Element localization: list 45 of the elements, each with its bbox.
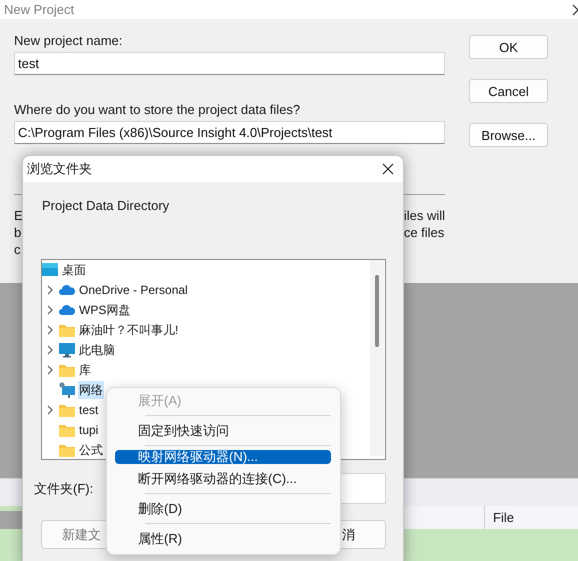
scrollbar-thumb[interactable] xyxy=(375,275,379,347)
name-field[interactable]: test xyxy=(14,52,445,75)
list-row xyxy=(0,506,22,511)
field-label: 文件夹(F): xyxy=(34,480,94,498)
tree-item[interactable]: 公式 xyxy=(78,441,104,459)
desktop-icon xyxy=(42,262,58,278)
description-text: c xyxy=(14,241,22,258)
network-icon xyxy=(59,382,75,398)
folder-icon xyxy=(59,442,75,458)
menu-item[interactable]: 断开网络驱动器的连接(C)... xyxy=(115,468,331,489)
window-title: New Project xyxy=(3,2,74,17)
column-header[interactable]: File xyxy=(484,506,578,529)
tree-item[interactable]: 桌面 xyxy=(61,261,87,279)
menu-item[interactable]: 映射网络驱动器(N)... xyxy=(115,450,331,464)
folder-icon xyxy=(59,422,75,438)
folder-icon xyxy=(59,402,75,418)
prompt-text: Project Data Directory xyxy=(41,197,170,214)
tree-item[interactable]: 此电脑 xyxy=(78,341,116,359)
cloud-icon xyxy=(59,282,75,298)
folder-icon xyxy=(59,362,75,378)
chevron-icon xyxy=(47,405,53,415)
field-label: New project name: xyxy=(14,33,124,49)
dialog-button[interactable]: Cancel xyxy=(469,79,548,103)
description-text: E xyxy=(14,207,24,224)
tree-item[interactable]: WPS网盘 xyxy=(78,301,132,319)
cloud-icon xyxy=(59,302,75,318)
description-text: b xyxy=(14,224,22,241)
dialog-button[interactable]: OK xyxy=(469,35,548,59)
tree-item[interactable]: 麻油叶？不叫事儿! xyxy=(78,321,180,339)
tree-item[interactable]: tupi xyxy=(78,421,100,439)
field-label: Where do you want to store the project data files? xyxy=(14,102,302,118)
dialog-button[interactable]: Browse... xyxy=(469,123,548,147)
menu-item[interactable]: 删除(D) xyxy=(115,498,331,519)
location-field[interactable]: C:\Program Files (x86)\Source Insight 4.0\Projects\test xyxy=(14,121,445,144)
window-title: 浏览文件夹 xyxy=(27,160,92,178)
tree-item[interactable]: test xyxy=(78,401,100,419)
tree-item[interactable]: OneDrive - Personal xyxy=(78,281,189,299)
description-text: ce files xyxy=(404,224,445,241)
close-icon[interactable] xyxy=(382,163,394,175)
description-text: iles will xyxy=(404,207,445,224)
folder-icon xyxy=(59,322,75,338)
monitor-icon xyxy=(59,342,75,358)
tree-item[interactable]: 网络 xyxy=(78,381,104,399)
tree-item[interactable]: 库 xyxy=(78,361,92,379)
menu-item[interactable]: 固定到快速访问 xyxy=(115,420,331,441)
